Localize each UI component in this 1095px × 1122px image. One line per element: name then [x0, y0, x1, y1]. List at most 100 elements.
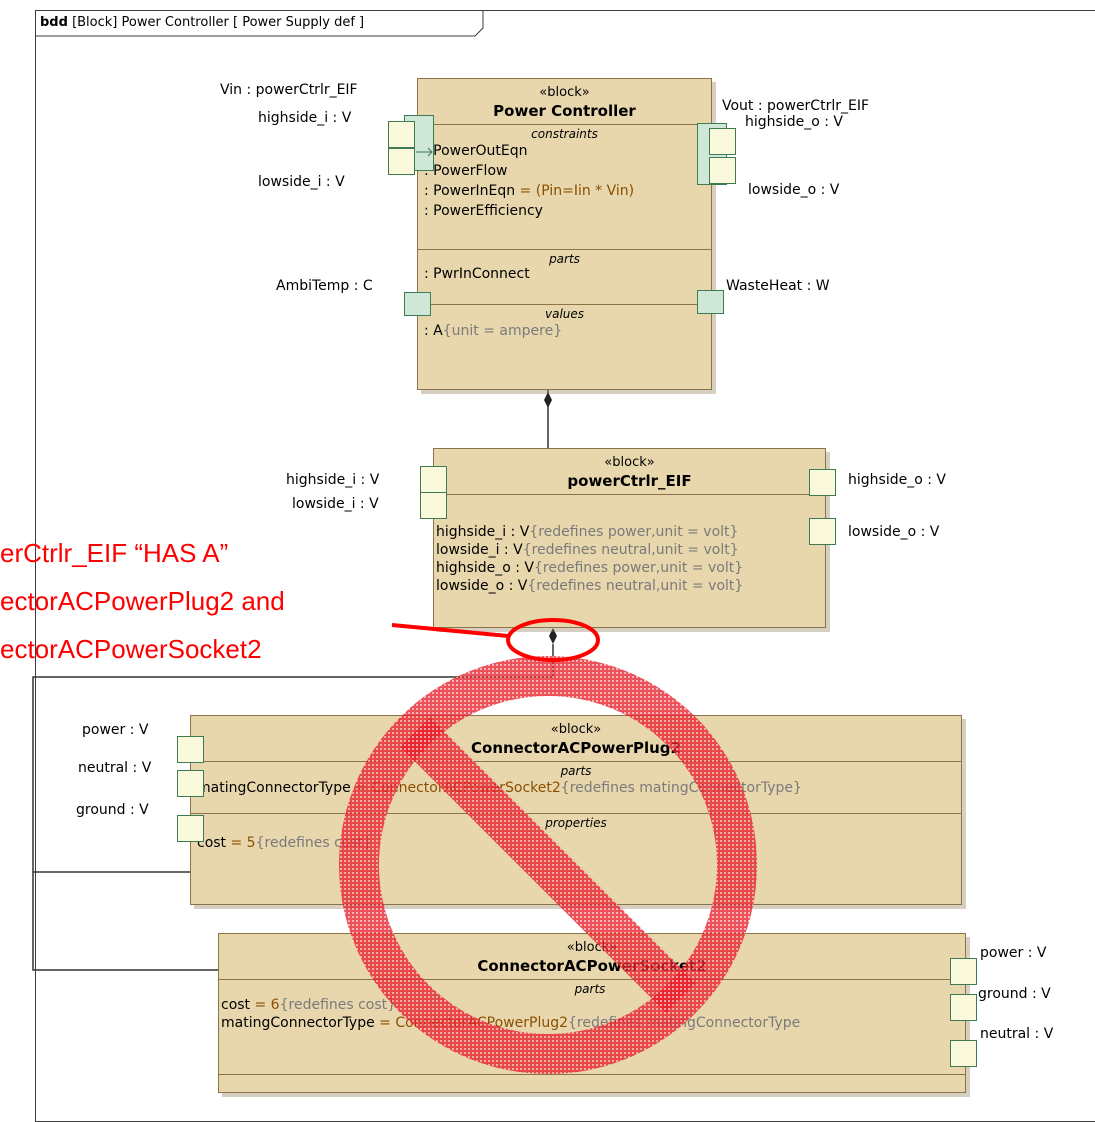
pc-constraint-2: : PowerFlow [424, 163, 508, 179]
pc-part-1: : PwrInConnect [424, 266, 530, 282]
eif-name: powerCtrlr_EIF [567, 472, 692, 490]
eif-attr-2-type: : V [499, 542, 523, 558]
plug-stereotype: «block» [550, 722, 602, 737]
socket-port-power[interactable] [950, 958, 977, 985]
pc-constraint-3: : PowerInEqn = (Pin=Iin * Vin) [424, 181, 705, 201]
eif-attr-3-type: : V [510, 560, 534, 576]
socket-mct-row: matingConnectorType = ConnectorACPowerPl… [221, 1014, 959, 1032]
pc-port-highside-i[interactable] [388, 121, 415, 148]
pc-parts-title: parts [549, 252, 580, 266]
plug-prop-value: = 5 [226, 835, 256, 851]
plug-port-neutral[interactable] [177, 770, 204, 797]
eif-attr-lowside-i: lowside_i : V{redefines neutral,unit = v… [436, 541, 819, 559]
socket-label-power: power : V [980, 945, 1047, 961]
eif-attr-1-mod: {redefines power,unit = volt} [529, 524, 739, 540]
eif-attr-lowside-o: lowside_o : V{redefines neutral,unit = v… [436, 577, 819, 595]
socket-stereotype: «block» [566, 940, 618, 955]
plug-port-power[interactable] [177, 736, 204, 763]
socket-mct-value: = ConnectorACPowerPlug2 [374, 1015, 569, 1031]
pc-label-lowside-o: lowside_o : V [748, 182, 840, 198]
pc-port-wasteheat[interactable] [697, 290, 724, 314]
composition-diamond-eif [549, 628, 557, 644]
eif-attributes-compartment: highside_i : V{redefines power,unit = vo… [434, 494, 825, 599]
eif-attr-highside-o: highside_o : V{redefines power,unit = vo… [436, 559, 819, 577]
pc-label-vin: Vin : powerCtrlr_EIF [220, 82, 358, 98]
eif-attr-3-name: highside_o [436, 560, 511, 576]
socket-name: ConnectorACPowerSocket2 [477, 957, 707, 975]
eif-attr-4-type: : V [504, 578, 528, 594]
plug-parts-compartment: parts matingConnectorType = ConnectorACP… [191, 761, 961, 813]
composition-diamond-pc [544, 392, 552, 408]
power-controller-block[interactable]: «block» Power Controller constraints : P… [417, 78, 712, 390]
socket-cost-row: cost = 6{redefines cost} [221, 996, 959, 1014]
annotation-line-3: ectorACPowerSocket2 [0, 634, 262, 664]
plug-parts-title: parts [560, 764, 592, 778]
eif-stereotype: «block» [604, 455, 655, 470]
eif-label-lowside-i: lowside_i : V [292, 496, 379, 512]
pc-label-lowside-i: lowside_i : V [258, 174, 345, 190]
plug-part-mod: {redefines matingConnectorType} [560, 780, 802, 796]
eif-attr-2-name: lowside_i [436, 542, 500, 558]
socket-parts-title: parts [574, 982, 606, 996]
pc-constraint-1: : PowerOutEqn [424, 143, 528, 159]
plug-label-neutral: neutral : V [78, 760, 152, 776]
socket-label-ground: ground : V [978, 986, 1051, 1002]
pc-constraint-3-expr: = (Pin=Iin * Vin) [515, 183, 635, 199]
annotation-line-1: erCtrlr_EIF “HAS A” [0, 538, 229, 568]
pc-value-1: : A{unit = ampere} [424, 321, 705, 341]
eif-attr-highside-i: highside_i : V{redefines power,unit = vo… [436, 523, 819, 541]
pc-value-name: : A [424, 323, 443, 339]
pc-values-title: values [544, 307, 585, 321]
pc-label-wasteheat: WasteHeat : W [726, 278, 830, 294]
pc-values-compartment: values : A{unit = ampere} [418, 304, 711, 359]
plug-prop-mod: {redefines cost} [255, 835, 373, 851]
pc-name: Power Controller [493, 102, 636, 120]
eif-attr-3-mod: {redefines power,unit = volt} [533, 560, 744, 576]
eif-block[interactable]: «block» powerCtrlr_EIF highside_i : V{re… [433, 448, 826, 628]
socket-cost-mod: {redefines cost} [279, 997, 397, 1013]
pc-label-vout: Vout : powerCtrlr_EIF [722, 98, 869, 114]
eif-attr-1-type: : V [506, 524, 530, 540]
pc-value-unit: {unit = ampere} [442, 323, 563, 339]
plug-part-row: matingConnectorType = ConnectorACPowerSo… [197, 778, 955, 798]
plug-properties-title: properties [545, 816, 607, 830]
eif-label-highside-i: highside_i : V [286, 472, 380, 488]
pc-parts-compartment: parts : PwrInConnect [418, 249, 711, 304]
plug-label-ground: ground : V [76, 802, 149, 818]
pc-constraints-title: constraints [531, 127, 598, 141]
eif-label-highside-o: highside_o : V [848, 472, 946, 488]
socket-label-neutral: neutral : V [980, 1026, 1054, 1042]
eif-port-highside-i[interactable] [420, 466, 447, 493]
pc-label-ambitemp: AmbiTemp : C [276, 278, 373, 294]
eif-port-highside-o[interactable] [809, 469, 836, 496]
plug-part-name: matingConnectorType [197, 780, 351, 796]
pc-port-lowside-i[interactable] [388, 148, 415, 175]
socket-cost-name: cost [221, 997, 251, 1013]
eif-port-lowside-i[interactable] [420, 492, 447, 519]
eif-attr-1-name: highside_i [436, 524, 507, 540]
plug-name: ConnectorACPowerPlug2 [471, 739, 681, 757]
plug-label-power: power : V [82, 722, 149, 738]
pc-port-lowside-o[interactable] [709, 157, 736, 184]
socket-port-ground[interactable] [950, 994, 977, 1021]
plug-port-ground[interactable] [177, 815, 204, 842]
annotation-line-2: ectorACPowerPlug2 and [0, 586, 285, 616]
socket-block[interactable]: «block» ConnectorACPowerSocket2 parts co… [218, 933, 966, 1093]
socket-empty-compartment [219, 1074, 965, 1075]
pc-port-ambitemp[interactable] [404, 292, 431, 316]
eif-attr-4-name: lowside_o [436, 578, 505, 594]
plug-block[interactable]: «block» ConnectorACPowerPlug2 parts mati… [190, 715, 962, 905]
eif-attr-4-mod: {redefines neutral,unit = volt} [527, 578, 744, 594]
socket-port-neutral[interactable] [950, 1040, 977, 1067]
eif-port-lowside-o[interactable] [809, 518, 836, 545]
pc-label-highside-i: highside_i : V [258, 110, 352, 126]
plug-part-value: = ConnectorACPowerSocket2 [350, 780, 561, 796]
pc-constraints-compartment: constraints : PowerOutEqn : PowerFlow : … [418, 124, 711, 249]
socket-mct-mod: {redefines matingConnectorType [568, 1015, 801, 1031]
pc-stereotype: «block» [539, 85, 590, 100]
pc-constraint-4: : PowerEfficiency [424, 203, 543, 219]
socket-mct-name: matingConnectorType [221, 1015, 375, 1031]
pc-port-highside-o[interactable] [709, 128, 736, 155]
plug-properties-compartment: properties cost = 5{redefines cost} [191, 813, 961, 869]
pc-constraint-3-name: : PowerInEqn [424, 183, 516, 199]
